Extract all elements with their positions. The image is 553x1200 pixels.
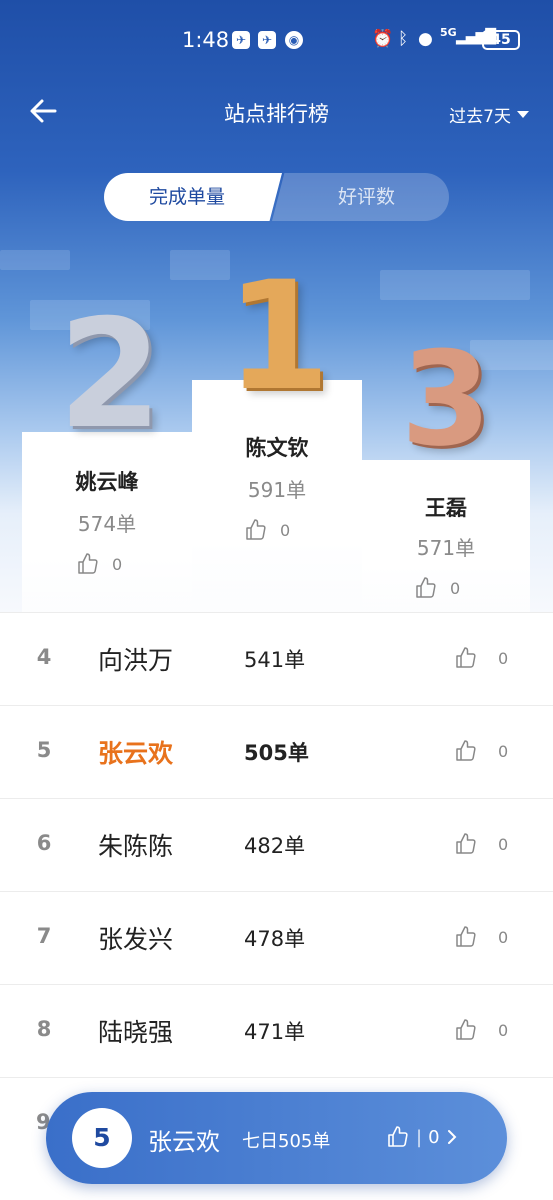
thumbs-up-icon — [456, 833, 476, 854]
network-icon: 5G — [440, 26, 457, 39]
thumbs-up-icon — [456, 647, 476, 668]
courier-name: 陆晓强 — [98, 1018, 174, 1047]
like-count: 0 — [428, 1126, 440, 1148]
podium-second-likes[interactable]: 0 — [76, 552, 122, 576]
like-count: 0 — [450, 578, 461, 598]
app-notification-icon: ✈ — [232, 31, 250, 49]
battery-icon: 45 — [482, 30, 520, 50]
list-item[interactable]: 7 张发兴 478单 0 — [0, 891, 553, 984]
like-count: 0 — [498, 1020, 509, 1040]
like-button[interactable]: 0 — [454, 739, 508, 763]
rank-3-numeral: 3 — [400, 323, 492, 475]
my-likes[interactable]: | 0 — [386, 1125, 458, 1149]
podium-second-count: 574单 — [77, 512, 137, 536]
thumbs-up-icon — [78, 553, 98, 574]
rank-number: 5 — [36, 738, 52, 762]
top-nav: 站点排行榜 过去7天 — [0, 92, 553, 136]
podium-second-name: 姚云峰 — [75, 470, 139, 494]
rank-2-numeral: 2 — [58, 288, 163, 462]
tab-good-reviews[interactable]: 好评数 — [272, 173, 449, 221]
podium-first-count: 591单 — [247, 478, 307, 502]
period-label: 过去7天 — [449, 107, 511, 127]
order-count: 541单 — [244, 648, 306, 672]
my-rank-badge: 5 — [72, 1108, 132, 1168]
order-count: 505单 — [244, 741, 309, 765]
order-count: 478单 — [244, 927, 306, 951]
tab-completed-orders[interactable]: 完成单量 — [104, 173, 282, 221]
separator: | — [416, 1126, 423, 1148]
period-dropdown[interactable]: 过去7天 — [449, 102, 529, 127]
like-count: 0 — [280, 520, 291, 540]
courier-name: 朱陈陈 — [98, 832, 174, 861]
thumbs-up-icon — [456, 740, 476, 761]
my-rank-bar[interactable]: 5 张云欢 七日505单 | 0 — [46, 1092, 507, 1184]
alarm-icon: ⏰ — [372, 29, 394, 49]
thumbs-up-icon — [456, 926, 476, 947]
decor-beam — [380, 270, 530, 300]
list-item-current-user[interactable]: 5 张云欢 505单 0 — [0, 705, 553, 798]
rank-1-numeral: 1 — [226, 250, 331, 424]
bluetooth-icon: ᛒ — [398, 29, 409, 49]
like-button[interactable]: 0 — [454, 925, 508, 949]
like-button[interactable]: 0 — [454, 1018, 508, 1042]
location-icon: ● — [418, 29, 433, 49]
podium-first-likes[interactable]: 0 — [244, 518, 290, 542]
courier-name: 向洪万 — [98, 646, 174, 675]
podium-third-name: 王磊 — [425, 496, 467, 520]
podium-third-count: 571单 — [416, 536, 476, 560]
like-count: 0 — [498, 834, 509, 854]
podium-first-name: 陈文钦 — [245, 436, 309, 460]
thumbs-up-icon — [388, 1126, 408, 1147]
order-count: 482单 — [244, 834, 306, 858]
like-button[interactable]: 0 — [454, 646, 508, 670]
app-notification-icon: ✈ — [258, 31, 276, 49]
thumbs-up-icon — [456, 1019, 476, 1040]
browser-notification-icon: ◉ — [285, 31, 303, 49]
status-bar: 1:48 ✈ ✈ ◉ ⏰ ᛒ ● 5G ▂▄▆█ 45 — [0, 24, 553, 58]
list-item[interactable]: 4 向洪万 541单 0 — [0, 612, 553, 705]
list-item[interactable]: 6 朱陈陈 482单 0 — [0, 798, 553, 891]
rank-number: 4 — [36, 645, 52, 669]
rank-number: 8 — [36, 1017, 52, 1041]
my-name: 张云欢 — [148, 1128, 220, 1156]
courier-name: 张云欢 — [98, 739, 174, 768]
status-time: 1:48 — [182, 28, 230, 52]
decor-beam — [170, 250, 230, 280]
rank-number: 6 — [36, 831, 52, 855]
order-count: 471单 — [244, 1020, 306, 1044]
thumbs-up-icon — [416, 577, 436, 598]
caret-down-icon — [517, 111, 529, 118]
my-summary: 七日505单 — [242, 1131, 331, 1152]
like-count: 0 — [498, 927, 509, 947]
like-button[interactable]: 0 — [454, 832, 508, 856]
list-item[interactable]: 8 陆晓强 471单 0 — [0, 984, 553, 1077]
courier-name: 张发兴 — [98, 925, 174, 954]
chevron-right-icon — [447, 1130, 456, 1144]
like-count: 0 — [498, 741, 509, 761]
podium-third-likes[interactable]: 0 — [414, 576, 460, 600]
rank-number: 7 — [36, 924, 52, 948]
like-count: 0 — [498, 648, 509, 668]
thumbs-up-icon — [246, 519, 266, 540]
metric-tabs: 好评数 完成单量 — [104, 173, 449, 221]
decor-beam — [0, 250, 70, 270]
like-count: 0 — [112, 554, 123, 574]
